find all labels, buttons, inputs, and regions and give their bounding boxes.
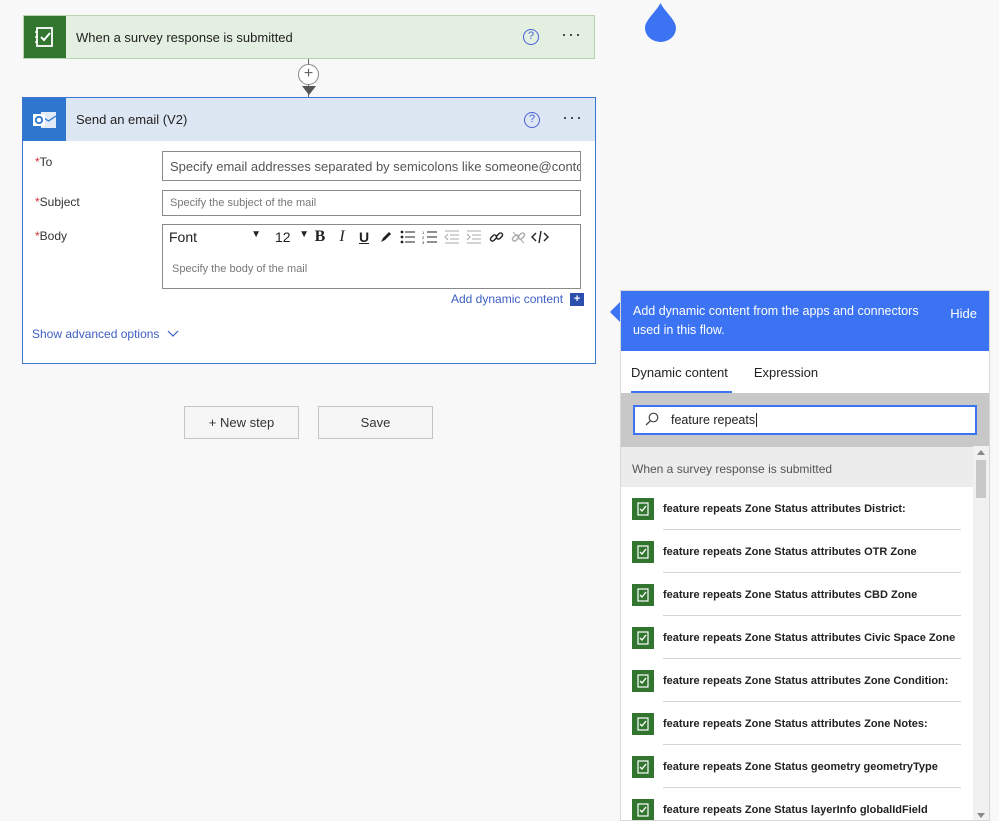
- body-editor[interactable]: Font ▼ 12 ▼ B I U 123 Specify the body o…: [162, 224, 581, 289]
- list-item[interactable]: feature repeats Zone Status attributes Z…: [621, 659, 989, 702]
- underline-icon[interactable]: U: [353, 227, 375, 247]
- list-scrollbar[interactable]: [973, 446, 989, 820]
- font-size-select[interactable]: 12 ▼: [275, 229, 309, 245]
- scroll-thumb[interactable]: [976, 460, 986, 498]
- survey123-icon: [24, 16, 66, 58]
- add-dynamic-content-link[interactable]: Add dynamic content +: [451, 292, 585, 306]
- survey123-icon: [632, 798, 654, 820]
- list-item[interactable]: feature repeats Zone Status attributes D…: [621, 487, 989, 530]
- help-icon[interactable]: ?: [523, 29, 540, 45]
- survey123-icon: [632, 755, 654, 778]
- decrease-indent-icon[interactable]: [441, 227, 463, 247]
- caret-down-icon: ▼: [251, 229, 261, 240]
- dynamic-panel-tabs: Dynamic content Expression: [621, 351, 989, 393]
- body-toolbar: Font ▼ 12 ▼ B I U 123: [163, 225, 580, 249]
- send-email-title: Send an email (V2): [76, 112, 188, 127]
- scroll-up-arrow-icon[interactable]: [977, 450, 985, 455]
- italic-icon[interactable]: I: [331, 227, 353, 247]
- list-item[interactable]: feature repeats Zone Status geometry geo…: [621, 745, 989, 788]
- to-input[interactable]: Specify email addresses separated by sem…: [162, 151, 581, 181]
- survey123-icon: [632, 540, 654, 563]
- save-button[interactable]: Save: [318, 406, 433, 439]
- hide-button[interactable]: Hide: [950, 304, 977, 340]
- bulleted-list-icon[interactable]: [397, 227, 419, 247]
- code-view-icon[interactable]: [529, 227, 551, 247]
- send-email-card: Send an email (V2) ? ··· *To Specify ema…: [22, 97, 596, 364]
- numbered-list-icon[interactable]: 123: [419, 227, 441, 247]
- dynamic-panel-header: Add dynamic content from the apps and co…: [621, 291, 989, 351]
- dynamic-content-panel: Add dynamic content from the apps and co…: [620, 290, 990, 821]
- connector-arrow-icon: [302, 86, 316, 95]
- show-advanced-options-link[interactable]: Show advanced options: [32, 327, 179, 341]
- search-area: feature repeats: [621, 393, 989, 447]
- trigger-card[interactable]: When a survey response is submitted ? ··…: [23, 15, 595, 59]
- survey123-icon: [632, 712, 654, 735]
- insert-step-plus-icon[interactable]: +: [298, 64, 319, 85]
- list-item[interactable]: feature repeats Zone Status attributes Z…: [621, 702, 989, 745]
- search-icon: [645, 412, 659, 429]
- section-header: When a survey response is submitted: [621, 447, 989, 487]
- body-label: *Body: [35, 229, 68, 243]
- new-step-button[interactable]: + New step: [184, 406, 299, 439]
- panel-pointer: [610, 302, 620, 322]
- list-item[interactable]: feature repeats Zone Status attributes C…: [621, 573, 989, 616]
- subject-label: *Subject: [35, 195, 80, 209]
- svg-text:3: 3: [422, 240, 425, 244]
- list-item[interactable]: feature repeats Zone Status layerInfo gl…: [621, 788, 989, 820]
- highlight-pen-icon[interactable]: [375, 227, 397, 247]
- list-item[interactable]: feature repeats Zone Status attributes C…: [621, 616, 989, 659]
- scroll-down-arrow-icon[interactable]: [977, 813, 985, 818]
- link-icon[interactable]: [485, 227, 507, 247]
- body-placeholder: Specify the body of the mail: [172, 263, 308, 275]
- water-drop-icon: [644, 2, 677, 47]
- caret-down-icon: ▼: [299, 229, 309, 240]
- more-options-icon[interactable]: ···: [561, 25, 582, 45]
- bold-icon[interactable]: B: [309, 227, 331, 247]
- help-icon[interactable]: ?: [524, 111, 541, 128]
- dynamic-panel-description: Add dynamic content from the apps and co…: [633, 304, 919, 337]
- increase-indent-icon[interactable]: [463, 227, 485, 247]
- more-options-icon[interactable]: ···: [562, 108, 583, 128]
- survey123-icon: [632, 583, 654, 606]
- to-label: *To: [35, 155, 53, 169]
- survey123-icon: [632, 626, 654, 649]
- unlink-icon[interactable]: [507, 227, 529, 247]
- dynamic-content-list: feature repeats Zone Status attributes D…: [621, 487, 989, 820]
- subject-input[interactable]: Specify the subject of the mail: [162, 190, 581, 216]
- trigger-title: When a survey response is submitted: [76, 29, 293, 45]
- add-plus-icon: +: [570, 292, 585, 306]
- outlook-icon: [23, 98, 66, 141]
- survey123-icon: [632, 669, 654, 692]
- send-email-header[interactable]: Send an email (V2) ? ···: [23, 98, 595, 141]
- chevron-down-icon: [167, 327, 179, 341]
- tab-expression[interactable]: Expression: [754, 351, 818, 393]
- font-select[interactable]: Font ▼: [169, 229, 265, 245]
- tab-dynamic-content[interactable]: Dynamic content: [631, 351, 732, 393]
- search-input[interactable]: feature repeats: [633, 405, 977, 435]
- list-item[interactable]: feature repeats Zone Status attributes O…: [621, 530, 989, 573]
- survey123-icon: [632, 497, 654, 520]
